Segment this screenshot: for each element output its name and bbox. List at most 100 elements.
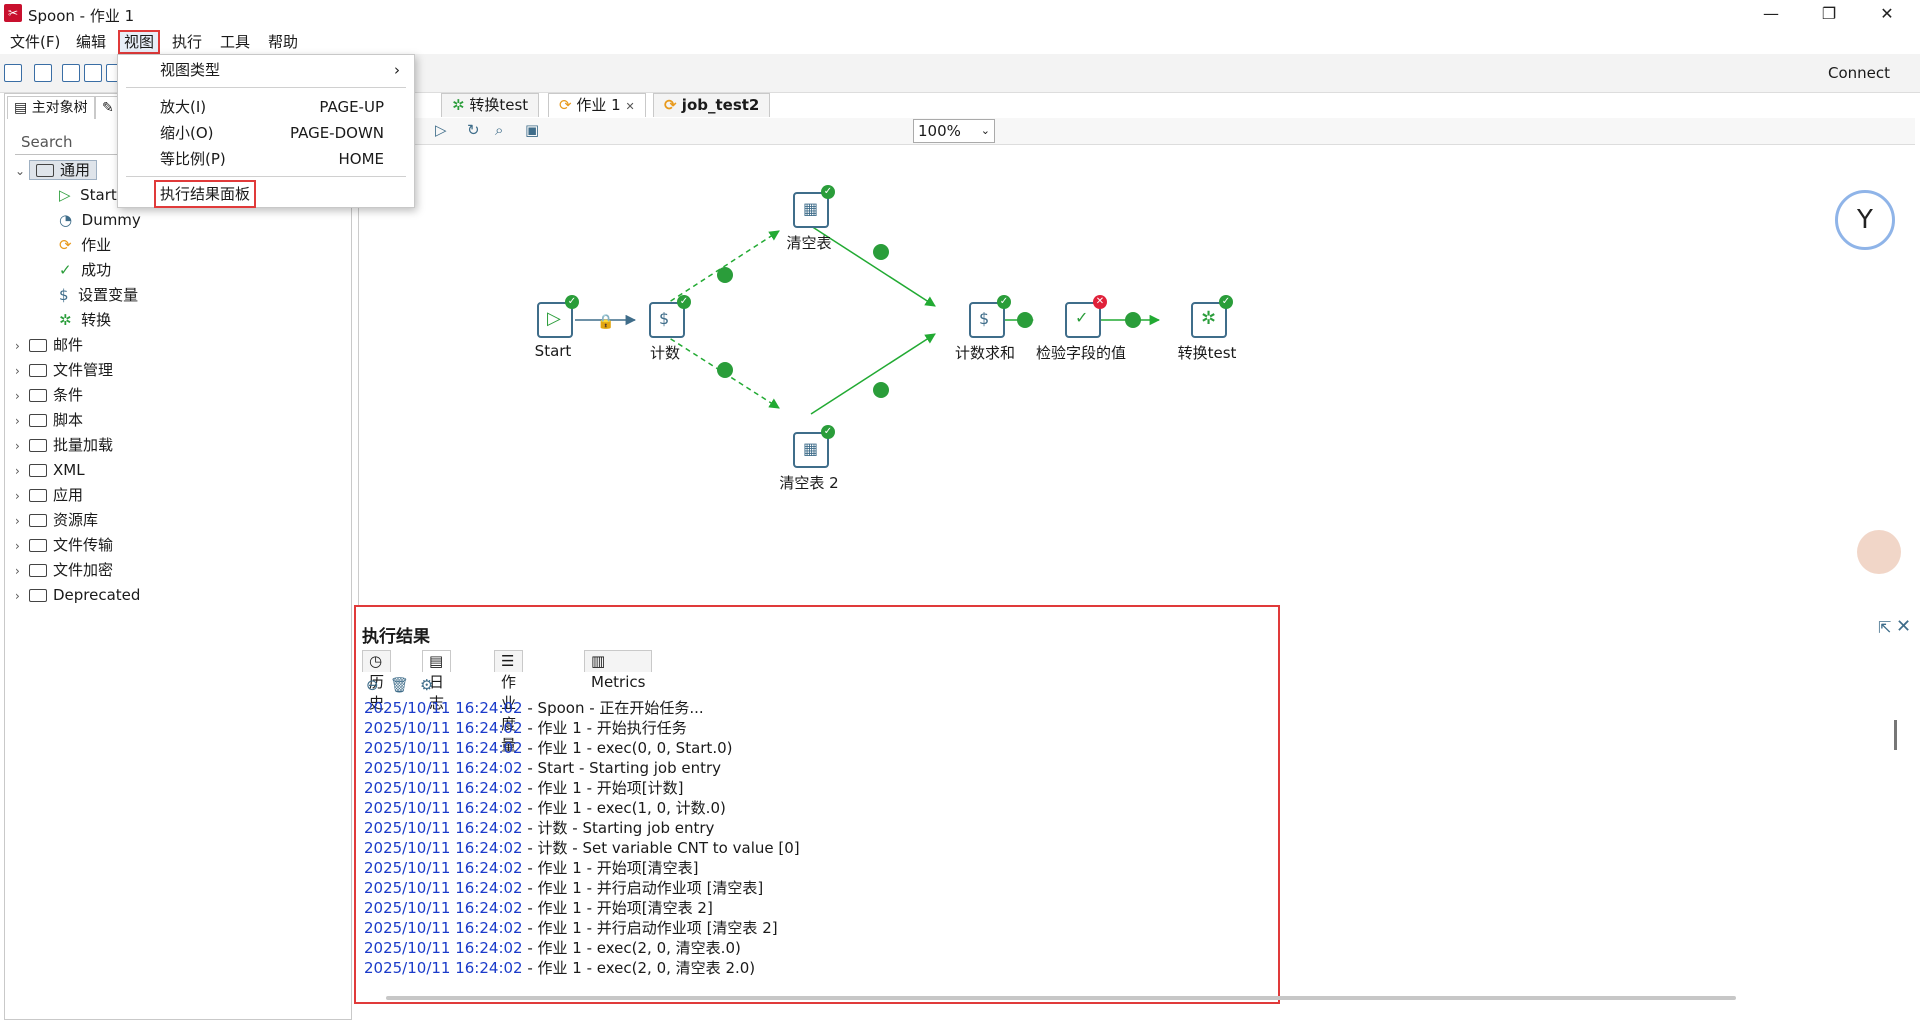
success-badge: ✓ — [821, 425, 835, 439]
job-icon: ⟳ — [559, 96, 577, 114]
log-line: 2025/10/11 16:24:02 - 作业 1 - 开始执行任务 — [364, 719, 687, 737]
step-tree: ⌄ 通用 ▷ Start ◔ Dummy ⟳ 作业 ✓ 成功 $ 设置变量 ✲ 转… — [15, 158, 345, 608]
tree-folder-scripting[interactable]: › 脚本 — [15, 408, 345, 433]
success-badge: ✓ — [565, 295, 579, 309]
tab-job-test2[interactable]: ⟳ job_test2 — [653, 93, 771, 117]
set-variable-icon: $ — [659, 309, 670, 328]
close-results-icon[interactable]: ✕ — [1896, 616, 1911, 637]
preview-icon[interactable]: ⌕ — [495, 121, 503, 139]
vertical-scrollbar[interactable] — [1894, 720, 1897, 750]
tree-folder-bulk-loading[interactable]: › 批量加载 — [15, 433, 345, 458]
folder-icon — [29, 339, 47, 352]
close-tab-icon[interactable]: ✕ — [625, 100, 634, 113]
success-badge: ✓ — [677, 295, 691, 309]
log-line: 2025/10/11 16:24:02 - 作业 1 - 开始项[计数] — [364, 779, 684, 797]
tab-log[interactable]: ▤ 日志 — [422, 650, 452, 712]
zoom-select[interactable]: 100% ⌄ — [913, 119, 995, 143]
tree-folder-xml[interactable]: › XML — [15, 458, 345, 483]
menu-item-zoom-out[interactable]: 缩小(O) PAGE-DOWN — [118, 121, 414, 145]
maximize-button[interactable]: ❐ — [1806, 0, 1852, 28]
job-icon: ⟳ — [59, 236, 72, 254]
folder-icon — [29, 364, 47, 377]
clear-log-icon[interactable]: ⊖ — [366, 676, 379, 694]
hop-ok-badge — [717, 267, 733, 283]
menu-item-zoom-in[interactable]: 放大(I) PAGE-UP — [118, 95, 414, 119]
explore-repository-icon[interactable] — [62, 64, 80, 82]
tab-main-object-tree[interactable]: ▤ 主对象树 — [7, 96, 95, 119]
menu-edit[interactable]: 编辑 — [72, 32, 110, 52]
chevron-right-icon: › — [15, 564, 20, 578]
close-button[interactable]: ✕ — [1864, 0, 1910, 28]
menu-item-actual-size[interactable]: 等比例(P) HOME — [118, 147, 414, 171]
tree-item-job[interactable]: ⟳ 作业 — [15, 233, 345, 258]
trash-icon[interactable]: 🗑 — [390, 676, 409, 694]
pencil-icon: ✎ — [102, 100, 114, 116]
gear-icon[interactable]: ⚙ — [420, 676, 433, 694]
save-icon[interactable] — [84, 64, 102, 82]
window-title: Spoon - 作业 1 — [28, 7, 135, 25]
tree-item-set-variable[interactable]: $ 设置变量 — [15, 283, 345, 308]
connect-button[interactable]: Connect — [1828, 64, 1890, 82]
dummy-icon: ◔ — [59, 211, 73, 229]
chevron-right-icon: › — [15, 439, 20, 453]
tab-job-1[interactable]: ⟳ 作业 1 ✕ — [548, 93, 646, 117]
tree-item-transformation[interactable]: ✲ 转换 — [15, 308, 345, 333]
left-panel: ▤ 主对象树 ✎ Search ⌄ 通用 ▷ Start ◔ Dummy ⟳ 作业… — [4, 93, 352, 1020]
tree-folder-file-encryption[interactable]: › 文件加密 — [15, 558, 345, 583]
set-variable-icon: $ — [979, 309, 990, 328]
list-icon: ☰ — [501, 652, 515, 670]
tab-job-metrics[interactable]: ☰ 作业度量 — [494, 650, 524, 754]
clock-icon: ◷ — [369, 652, 383, 670]
log-line: 2025/10/11 16:24:02 - 计数 - Starting job … — [364, 819, 715, 837]
folder-icon — [29, 514, 47, 527]
job-canvas[interactable]: 🔒 ▷ ✓ Start $ ✓ 计数 ▦ ✓ 清空表 ▦ ✓ 清空表 2 $ ✓… — [358, 146, 1914, 606]
new-file-icon[interactable] — [4, 64, 22, 82]
tree-folder-file-transfer[interactable]: › 文件传输 — [15, 533, 345, 558]
tree-item-dummy[interactable]: ◔ Dummy — [15, 208, 345, 233]
transformation-icon: ✲ — [1201, 308, 1217, 329]
tab-transformation-test[interactable]: ✲ 转换test — [441, 93, 540, 117]
tree-item-success[interactable]: ✓ 成功 — [15, 258, 345, 283]
metrics-icon: ▥ — [591, 652, 606, 670]
search-input[interactable]: Search — [15, 130, 131, 155]
horizontal-scrollbar[interactable] — [386, 996, 1736, 1000]
folder-icon — [36, 164, 54, 177]
menu-item-view-type[interactable]: 视图类型 › — [118, 58, 414, 82]
tree-folder-file-management[interactable]: › 文件管理 — [15, 358, 345, 383]
menu-run[interactable]: 执行 — [168, 32, 206, 52]
folder-icon — [29, 489, 47, 502]
replay-icon[interactable]: ↻ — [467, 121, 480, 139]
play-icon: ▷ — [547, 308, 561, 329]
detach-icon[interactable]: ⇱ — [1878, 618, 1891, 637]
transformation-icon: ✲ — [452, 96, 470, 114]
job-graph: 🔒 — [575, 225, 1161, 415]
menu-file[interactable]: 文件(F) — [6, 32, 64, 52]
menu-help[interactable]: 帮助 — [264, 32, 302, 52]
assistant-logo-icon[interactable]: Y — [1835, 190, 1895, 250]
grid-icon[interactable]: ▣ — [525, 121, 539, 139]
tree-folder-repository[interactable]: › 资源库 — [15, 508, 345, 533]
title-bar: ✂ Spoon - 作业 1 — ❐ ✕ — [0, 0, 1920, 28]
minimize-button[interactable]: — — [1748, 0, 1794, 28]
tree-folder-deprecated[interactable]: › Deprecated — [15, 583, 345, 608]
tab-history[interactable]: ◷ 历史 — [362, 650, 392, 712]
log-line: 2025/10/11 16:24:02 - 计数 - Set variable … — [364, 839, 800, 857]
log-line: 2025/10/11 16:24:02 - 作业 1 - exec(2, 0, … — [364, 939, 741, 957]
folder-icon — [29, 389, 47, 402]
tree-folder-utility[interactable]: › 应用 — [15, 483, 345, 508]
folder-icon — [29, 464, 47, 477]
folder-icon — [29, 564, 47, 577]
run-icon[interactable]: ▷ — [435, 121, 447, 139]
avatar[interactable] — [1857, 530, 1901, 574]
log-output[interactable]: 2025/10/11 16:24:02 - Spoon - 正在开始任务... … — [364, 698, 1884, 986]
tab-metrics[interactable]: ▥ Metrics — [584, 650, 653, 691]
menu-item-execution-results-panel[interactable]: 执行结果面板 — [118, 180, 414, 208]
chevron-right-icon: › — [15, 389, 20, 403]
success-badge: ✓ — [997, 295, 1011, 309]
tree-folder-mail[interactable]: › 邮件 — [15, 333, 345, 358]
open-file-icon[interactable] — [34, 64, 52, 82]
menu-view[interactable]: 视图 — [117, 30, 161, 54]
tree-folder-conditions[interactable]: › 条件 — [15, 383, 345, 408]
menu-tools[interactable]: 工具 — [216, 32, 254, 52]
play-icon: ▷ — [59, 186, 71, 204]
